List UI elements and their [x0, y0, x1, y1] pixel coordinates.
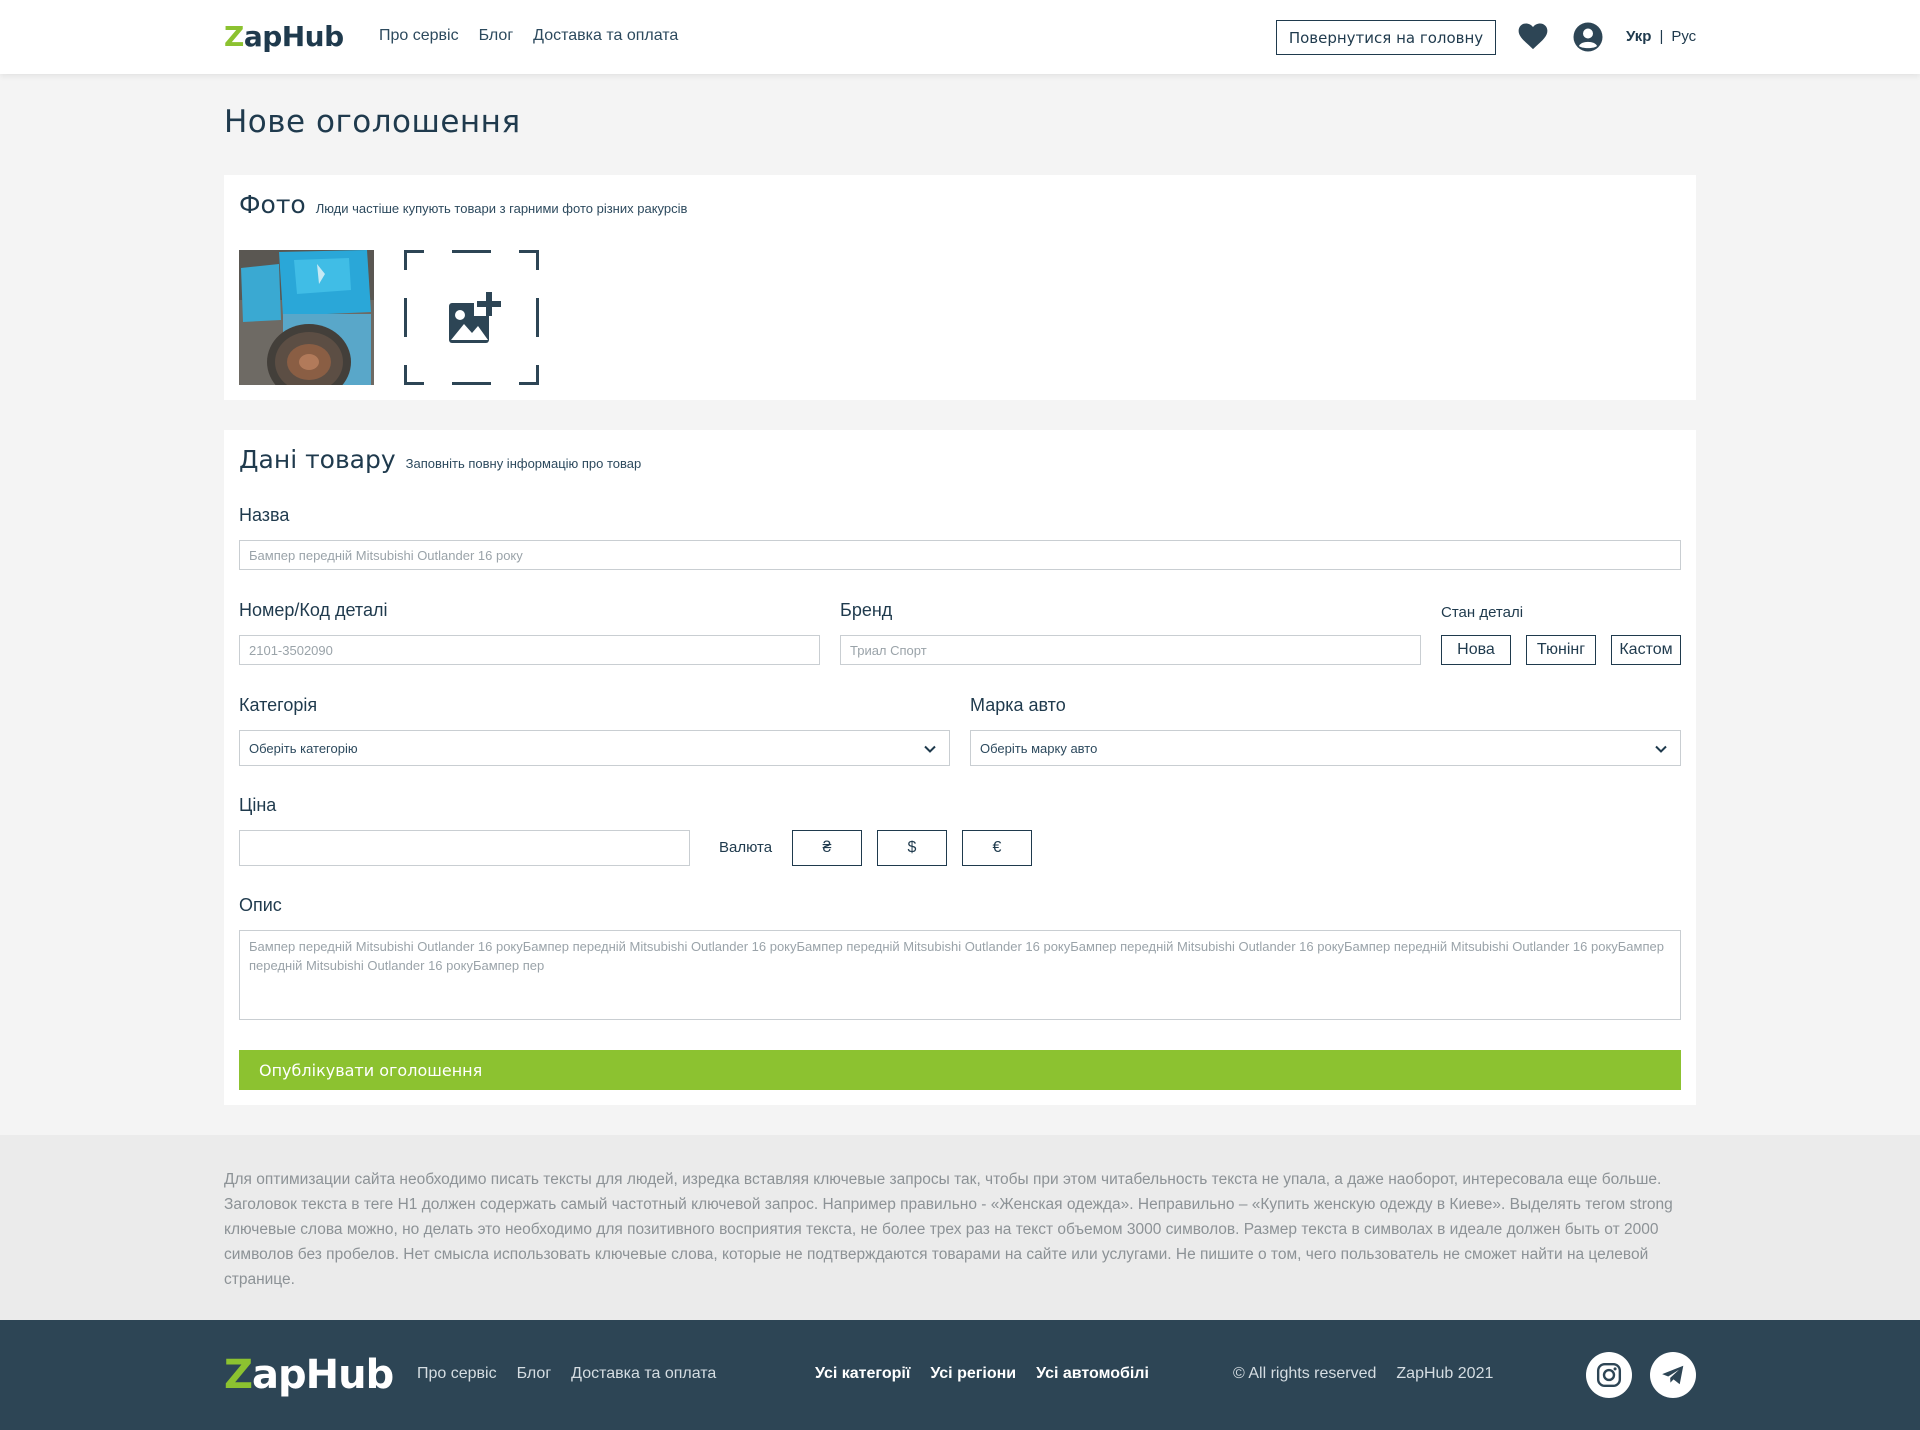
currency-label: Валюта	[719, 839, 773, 856]
add-photo-icon	[404, 250, 539, 385]
footer-link-all-cars[interactable]: Усі автомобілі	[1036, 1365, 1149, 1383]
name-label: Назва	[239, 505, 290, 525]
price-label: Ціна	[239, 795, 277, 815]
copyright-text: © All rights reserved	[1233, 1365, 1377, 1382]
description-label: Опис	[239, 895, 282, 915]
telegram-button[interactable]	[1650, 1352, 1696, 1398]
footer-link-all-regions[interactable]: Усі регіони	[930, 1365, 1016, 1383]
telegram-icon	[1662, 1365, 1684, 1385]
brand-input[interactable]: Триал Спорт	[840, 635, 1421, 665]
nav-about[interactable]: Про сервіс	[379, 27, 459, 45]
page-title: Нове оголошення	[224, 104, 521, 140]
nav-blog[interactable]: Блог	[479, 27, 514, 45]
product-section-header: Дані товару Заповніть повну інформацію п…	[239, 445, 641, 474]
condition-new-button[interactable]: Нова	[1441, 635, 1511, 665]
photo-section-subtitle: Люди частіше купують товари з гарними фо…	[315, 201, 688, 216]
footer-logo[interactable]: ZapHub	[224, 1352, 394, 1398]
add-photo-button[interactable]	[404, 250, 539, 385]
seo-text-block: Для оптимизации сайта необходимо писать …	[0, 1135, 1920, 1320]
header-nav: Про сервіс Блог Доставка та оплата	[379, 27, 678, 45]
part-number-label: Номер/Код деталі	[239, 600, 388, 620]
chevron-down-icon	[924, 745, 936, 753]
description-textarea[interactable]: Бампер передній Mitsubishi Outlander 16 …	[239, 930, 1681, 1020]
language-switcher: Укр | Рус	[1626, 28, 1696, 45]
name-input[interactable]: Бампер передній Mitsubishi Outlander 16 …	[239, 540, 1681, 570]
heart-icon[interactable]	[1518, 22, 1548, 50]
car-make-select[interactable]: Оберіть марку авто	[970, 730, 1681, 766]
publish-button[interactable]: Опублікувати оголошення	[239, 1050, 1681, 1090]
seo-text: Для оптимизации сайта необходимо писать …	[224, 1171, 1673, 1288]
lang-separator: |	[1659, 28, 1664, 45]
footer-catalog-links: Усі категорії Усі регіони Усі автомобілі	[815, 1365, 1149, 1383]
photo-section-title: Фото	[239, 190, 306, 219]
footer-nav: Про сервіс Блог Доставка та оплата	[417, 1365, 716, 1383]
footer-nav-about[interactable]: Про сервіс	[417, 1365, 497, 1383]
user-icon[interactable]	[1573, 22, 1603, 52]
photo-section: Фото Люди частіше купують товари з гарни…	[224, 175, 1696, 400]
condition-custom-button[interactable]: Кастом	[1611, 635, 1681, 665]
condition-tuning-button[interactable]: Тюнінг	[1526, 635, 1596, 665]
category-label: Категорія	[239, 695, 318, 715]
uploaded-photo-thumbnail[interactable]	[239, 250, 374, 385]
footer-nav-blog[interactable]: Блог	[517, 1365, 552, 1383]
price-input[interactable]	[239, 830, 690, 866]
brand-year: ZapHub 2021	[1396, 1365, 1494, 1382]
product-section-title: Дані товару	[239, 445, 396, 474]
category-select-value: Оберіть категорію	[249, 740, 358, 756]
brand-label: Бренд	[840, 600, 893, 620]
currency-usd-button[interactable]: $	[877, 830, 947, 866]
currency-eur-button[interactable]: €	[962, 830, 1032, 866]
back-to-home-button[interactable]: Повернутися на головну	[1276, 20, 1496, 55]
part-number-input[interactable]: 2101-3502090	[239, 635, 820, 665]
instagram-icon	[1596, 1362, 1622, 1388]
product-data-section: Дані товару Заповніть повну інформацію п…	[224, 430, 1696, 1105]
logo[interactable]: ZapHub	[224, 20, 344, 53]
car-make-select-value: Оберіть марку авто	[980, 740, 1098, 756]
site-header: ZapHub Про сервіс Блог Доставка та оплат…	[0, 0, 1920, 74]
lang-ukr[interactable]: Укр	[1626, 28, 1651, 45]
nav-delivery[interactable]: Доставка та оплата	[533, 27, 678, 45]
footer-nav-delivery[interactable]: Доставка та оплата	[571, 1365, 716, 1383]
chevron-down-icon	[1655, 745, 1667, 753]
lang-rus[interactable]: Рус	[1671, 28, 1696, 45]
product-section-subtitle: Заповніть повну інформацію про товар	[405, 456, 642, 471]
condition-label: Стан деталі	[1441, 604, 1524, 621]
footer-link-all-categories[interactable]: Усі категорії	[815, 1365, 910, 1383]
currency-uah-button[interactable]: ₴	[792, 830, 862, 866]
category-select[interactable]: Оберіть категорію	[239, 730, 950, 766]
photo-section-header: Фото Люди частіше купують товари з гарни…	[239, 190, 687, 219]
footer-copyright: © All rights reserved ZapHub 2021	[1233, 1365, 1493, 1383]
photo-preview	[239, 250, 374, 385]
site-footer: ZapHub Про сервіс Блог Доставка та оплат…	[0, 1320, 1920, 1430]
car-make-label: Марка авто	[970, 695, 1066, 715]
instagram-button[interactable]	[1586, 1352, 1632, 1398]
